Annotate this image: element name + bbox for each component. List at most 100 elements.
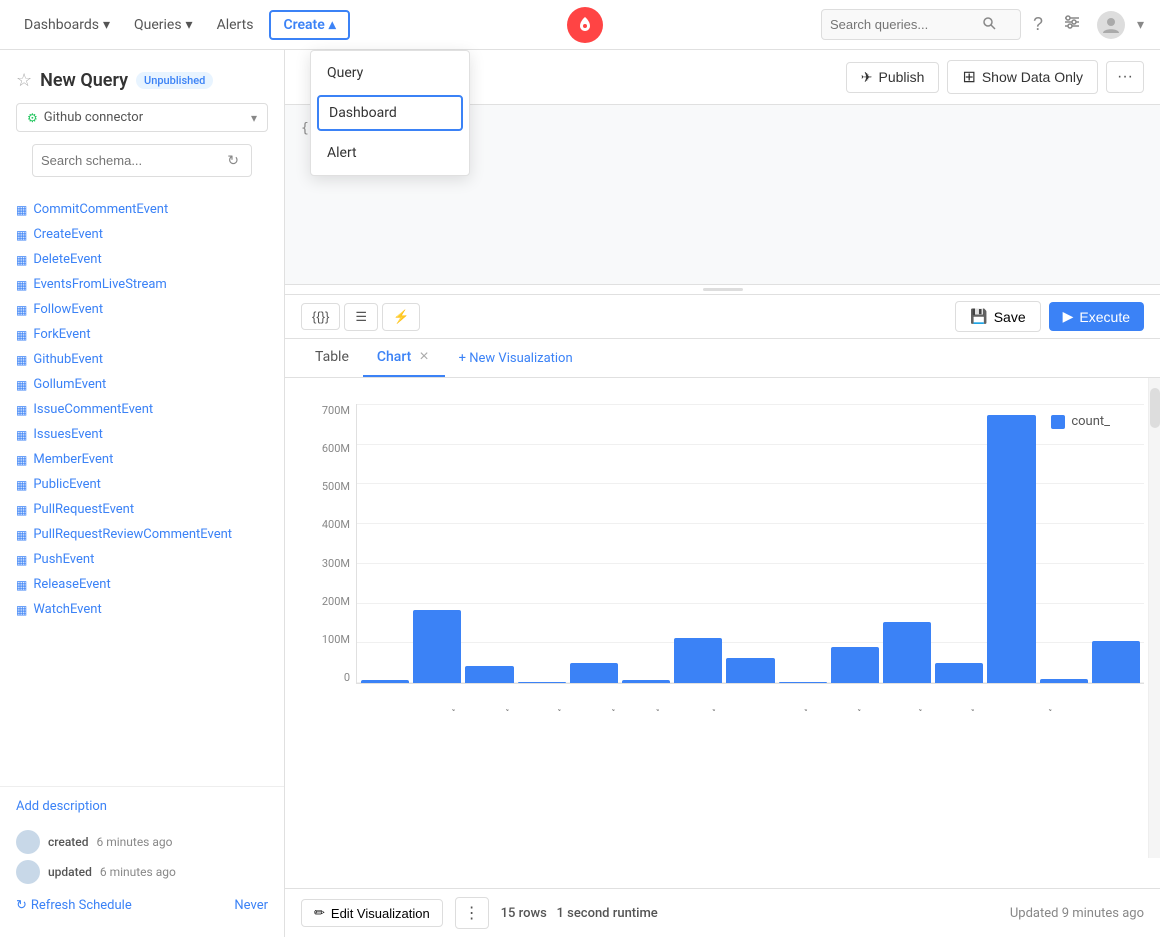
runtime: 1 second runtime (557, 906, 658, 921)
bar-wrapper[interactable] (570, 404, 618, 683)
sidebar-table-item[interactable]: ▦GollumEvent (0, 372, 284, 397)
dropdown-query[interactable]: Query (311, 55, 469, 91)
connector-icon: ⚙ (27, 111, 38, 125)
nav-dashboards[interactable]: Dashboards ▾ (16, 11, 118, 39)
bar-wrapper[interactable] (831, 404, 879, 683)
bar[interactable] (413, 610, 461, 683)
bar[interactable] (987, 415, 1035, 683)
x-labels: CommitCommentEventCreateEventDeleteEvent… (356, 692, 1144, 711)
bar[interactable] (935, 663, 983, 683)
bar[interactable] (674, 638, 722, 683)
x-axis-label: MemberEvent (876, 707, 927, 711)
refresh-value[interactable]: Never (234, 898, 268, 913)
search-input[interactable] (830, 17, 980, 32)
bar-wrapper[interactable] (726, 404, 774, 683)
y-axis-label: 0 (344, 671, 350, 684)
tab-chart-close[interactable]: × (417, 349, 430, 365)
bar-wrapper[interactable] (883, 404, 931, 683)
bar-wrapper[interactable] (674, 404, 722, 683)
sidebar-table-item[interactable]: ▦PublicEvent (0, 472, 284, 497)
sidebar-table-item[interactable]: ▦WatchEvent (0, 597, 284, 622)
nav-alerts[interactable]: Alerts (209, 11, 262, 39)
schema-search-input[interactable] (41, 153, 223, 168)
list-btn[interactable]: ☰ (344, 303, 378, 331)
schema-refresh-btn[interactable]: ↻ (223, 150, 243, 171)
search-icon-btn[interactable] (980, 14, 998, 35)
connector-select[interactable]: ⚙ Github connector ▾ (16, 103, 268, 132)
nav-queries[interactable]: Queries ▾ (126, 11, 201, 39)
sidebar-table-item[interactable]: ▦IssuesEvent (0, 422, 284, 447)
sidebar-table-item[interactable]: ▦FollowEvent (0, 297, 284, 322)
dropdown-alert[interactable]: Alert (311, 135, 469, 171)
bar[interactable] (779, 682, 827, 683)
dropdown-dashboard[interactable]: Dashboard (317, 95, 463, 131)
chart-scrollbar[interactable] (1148, 378, 1160, 858)
bar[interactable] (883, 622, 931, 683)
execute-button[interactable]: ▶ Execute (1049, 302, 1144, 331)
edit-visualization-button[interactable]: ✏ Edit Visualization (301, 899, 443, 927)
tab-new-visualization[interactable]: + New Visualization (445, 341, 587, 376)
bar-wrapper[interactable] (1040, 404, 1088, 683)
sidebar-table-item[interactable]: ▦IssueCommentEvent (0, 397, 284, 422)
bar-wrapper[interactable] (1092, 404, 1140, 683)
bar[interactable] (726, 658, 774, 683)
editor-actions: 💾 Save ▶ Execute (955, 301, 1144, 332)
bar[interactable] (361, 680, 409, 683)
star-icon[interactable]: ☆ (16, 70, 32, 91)
sidebar-table-item[interactable]: ▦PushEvent (0, 547, 284, 572)
show-data-button[interactable]: ⊞ Show Data Only (947, 60, 1098, 94)
refresh-schedule-btn[interactable]: ↻ Refresh Schedule (16, 898, 132, 913)
nav-create-button[interactable]: Create ▴ (269, 10, 349, 40)
main-layout: ☆ New Query Unpublished ⚙ Github connect… (0, 50, 1160, 937)
lightning-btn[interactable]: ⚡ (382, 303, 420, 331)
y-axis-label: 500M (322, 480, 350, 493)
bar[interactable] (518, 682, 566, 683)
sidebar-table-item[interactable]: ▦ForkEvent (0, 322, 284, 347)
scrollbar-thumb[interactable] (1150, 388, 1160, 428)
bar-wrapper[interactable] (779, 404, 827, 683)
tab-new-viz-label: + New Visualization (459, 351, 573, 366)
save-button[interactable]: 💾 Save (955, 301, 1040, 332)
bar-wrapper[interactable] (987, 404, 1035, 683)
tab-chart[interactable]: Chart × (363, 339, 445, 377)
publish-button[interactable]: ✈ Publish (846, 62, 940, 93)
footer-more-btn[interactable]: ⋮ (455, 897, 489, 929)
bar-wrapper[interactable] (622, 404, 670, 683)
bar-wrapper[interactable] (935, 404, 983, 683)
sidebar-table-item[interactable]: ▦MemberEvent (0, 447, 284, 472)
sidebar-table-item[interactable]: ▦CreateEvent (0, 222, 284, 247)
bar[interactable] (831, 647, 879, 683)
bar[interactable] (465, 666, 513, 683)
bar[interactable] (1092, 641, 1140, 683)
drag-handle[interactable] (285, 285, 1160, 295)
bar-wrapper[interactable] (361, 404, 409, 683)
sidebar-table-item[interactable]: ▦EventsFromLiveStream (0, 272, 284, 297)
bar[interactable] (1040, 679, 1088, 683)
sidebar-table-item[interactable]: ▦GithubEvent (0, 347, 284, 372)
sidebar-table-item[interactable]: ▦ReleaseEvent (0, 572, 284, 597)
add-description-btn[interactable]: Add description (16, 799, 268, 814)
execute-label: Execute (1079, 309, 1130, 325)
more-options-button[interactable]: ··· (1106, 61, 1144, 93)
sidebar-table-item[interactable]: ▦PullRequestEvent (0, 497, 284, 522)
schema-search[interactable]: ↻ (32, 144, 252, 177)
format-btn[interactable]: {{}} (301, 303, 340, 330)
avatar[interactable] (1097, 11, 1125, 39)
settings-icon-btn[interactable] (1059, 9, 1085, 40)
bar-wrapper[interactable] (413, 404, 461, 683)
search-bar[interactable] (821, 9, 1021, 40)
table-grid-icon: ▦ (16, 353, 27, 367)
sidebar-table-item[interactable]: ▦CommitCommentEvent (0, 197, 284, 222)
sidebar-table-item[interactable]: ▦PullRequestReviewCommentEvent (0, 522, 284, 547)
bar-wrapper[interactable] (518, 404, 566, 683)
toolbar-right: ✈ Publish ⊞ Show Data Only ··· (846, 60, 1144, 94)
tab-table[interactable]: Table (301, 339, 363, 377)
bar[interactable] (570, 663, 618, 683)
dropdown-alert-label: Alert (327, 145, 357, 161)
connector-label: Github connector (44, 110, 245, 125)
edit-viz-label: Edit Visualization (331, 906, 430, 921)
sidebar-table-item[interactable]: ▦DeleteEvent (0, 247, 284, 272)
bar[interactable] (622, 680, 670, 683)
bar-wrapper[interactable] (465, 404, 513, 683)
help-icon-btn[interactable]: ? (1029, 10, 1047, 39)
